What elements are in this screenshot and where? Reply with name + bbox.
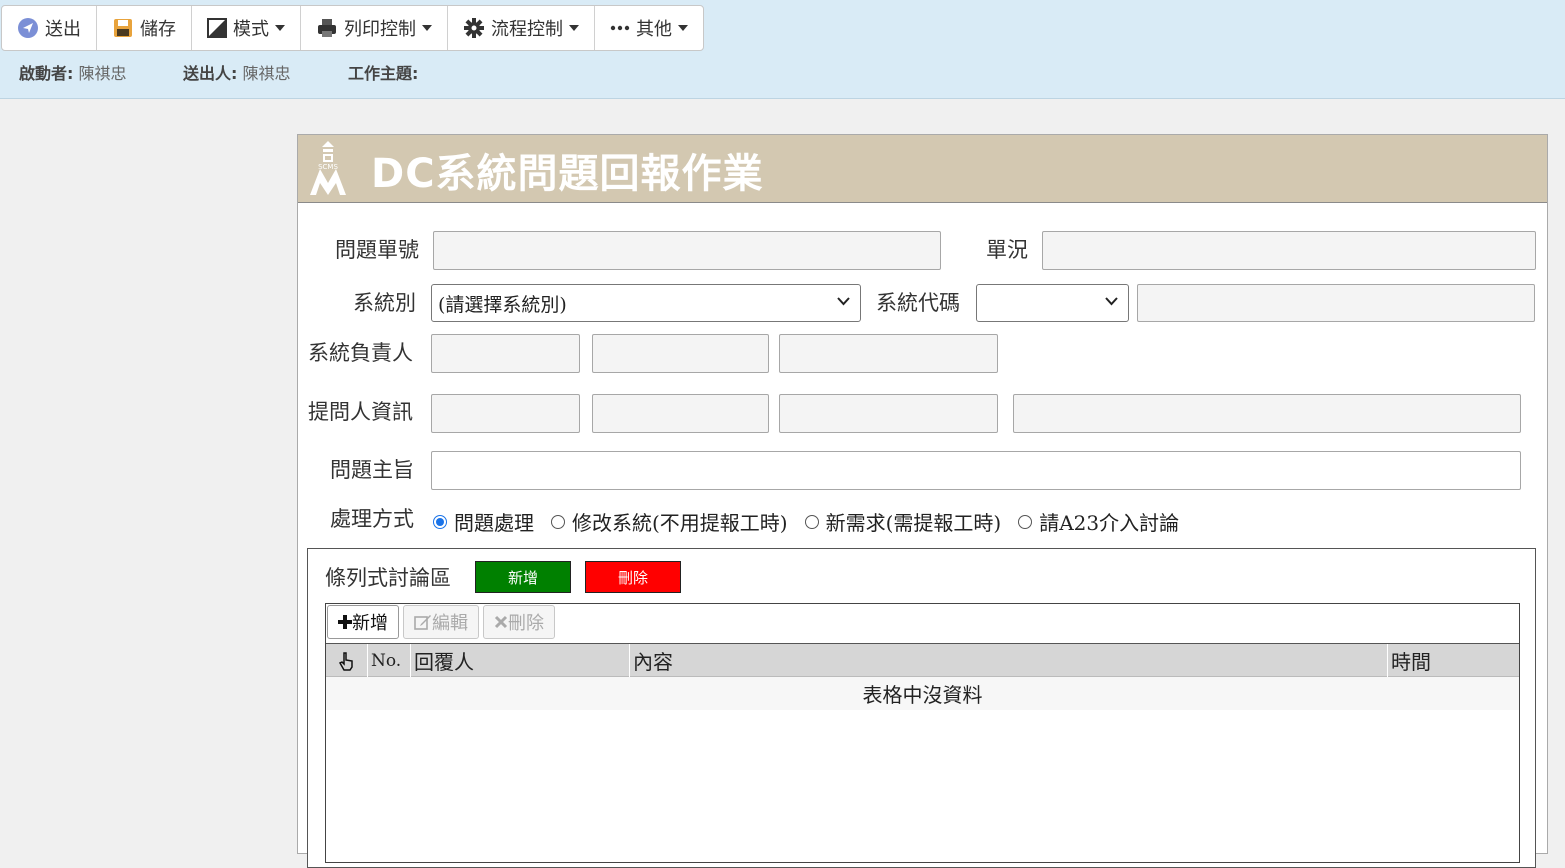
grid-edit-label: 編輯	[432, 613, 468, 634]
owner-label: 系統負責人	[308, 341, 413, 365]
column-replier[interactable]: 回覆人	[410, 644, 629, 677]
system-code-select[interactable]	[976, 284, 1129, 322]
more-icon	[610, 24, 630, 32]
chevron-down-icon	[569, 25, 579, 31]
chevron-down-icon	[275, 25, 285, 31]
top-toolbar: 送出 儲存 模式 列印控制 流程控制 其他 啟動者: 陳祺忠 送出人: 陳祺忠 …	[0, 0, 1565, 99]
column-content[interactable]: 內容	[629, 644, 1387, 677]
chevron-down-icon	[422, 25, 432, 31]
print-control-dropdown[interactable]: 列印控制	[301, 6, 448, 50]
grid-delete-button[interactable]: 刪除	[483, 605, 555, 639]
method-option-label: 請A23介入討論	[1039, 511, 1180, 535]
form-panel: SCMS DC系統問題回報作業 問題單號 單況 系統別 (請選擇系統別) 系統代…	[297, 134, 1548, 868]
initiator-label: 啟動者:	[19, 64, 74, 83]
ticket-no-field[interactable]	[433, 231, 941, 270]
radio-icon	[1018, 514, 1033, 529]
save-button[interactable]: 儲存	[97, 6, 192, 50]
subject-input[interactable]	[431, 451, 1521, 490]
print-control-label: 列印控制	[344, 19, 416, 40]
discussion-delete-button[interactable]: 刪除	[585, 561, 681, 593]
other-dropdown[interactable]: 其他	[595, 6, 703, 50]
chevron-down-icon	[837, 297, 850, 306]
initiator-value: 陳祺忠	[78, 64, 127, 83]
edit-icon	[414, 615, 431, 630]
logo-text: SCMS	[318, 163, 338, 171]
grid-delete-label: 刪除	[508, 613, 544, 634]
chevron-down-icon	[678, 25, 688, 31]
asker-field-4[interactable]	[1013, 394, 1521, 433]
gear-icon	[463, 17, 485, 39]
save-label: 儲存	[140, 19, 176, 40]
mode-label: 模式	[233, 19, 269, 40]
grid-add-button[interactable]: 新增	[327, 605, 399, 639]
other-label: 其他	[636, 19, 672, 40]
sender-value: 陳祺忠	[242, 64, 291, 83]
system-select[interactable]: (請選擇系統別)	[431, 284, 861, 322]
mode-icon	[207, 18, 227, 38]
chevron-down-icon	[1105, 297, 1118, 306]
grid-toolbar: 新增 編輯 刪除	[326, 604, 558, 642]
system-code-label: 系統代碼	[876, 291, 960, 315]
asker-field-3[interactable]	[779, 394, 998, 433]
send-label: 送出	[45, 19, 81, 40]
flow-control-label: 流程控制	[491, 19, 563, 40]
system-select-value: (請選擇系統別)	[438, 293, 567, 316]
work-subject-label: 工作主題:	[348, 64, 419, 83]
grid-header: No. 回覆人 內容 時間	[326, 643, 1519, 677]
mode-dropdown[interactable]: 模式	[192, 6, 301, 50]
method-option-new-request[interactable]: 新需求(需提報工時)	[804, 507, 1002, 536]
close-icon	[494, 615, 508, 629]
discussion-grid: 新增 編輯 刪除 No. 回覆人 內容 時間 表格中沒資料	[325, 603, 1520, 863]
asker-field-2[interactable]	[592, 394, 769, 433]
system-code-name-field[interactable]	[1137, 284, 1535, 322]
method-option-a23[interactable]: 請A23介入討論	[1018, 507, 1179, 536]
sender-label: 送出人:	[183, 64, 238, 83]
owner-field-1[interactable]	[431, 334, 580, 373]
column-time[interactable]: 時間	[1387, 644, 1519, 677]
discussion-area: 條列式討論區 新增 刪除 新增 編輯 刪除 No. 回覆人 內容 時間 表格中沒…	[307, 548, 1536, 868]
grid-add-label: 新增	[352, 613, 388, 634]
grid-empty-row: 表格中沒資料	[326, 677, 1519, 710]
save-icon	[112, 17, 134, 39]
form-title: DC系統問題回報作業	[371, 151, 764, 197]
status-field[interactable]	[1042, 231, 1536, 270]
scms-logo: SCMS	[310, 141, 346, 195]
ticket-no-label: 問題單號	[335, 238, 419, 262]
system-label: 系統別	[353, 291, 416, 315]
grid-edit-button[interactable]: 編輯	[403, 605, 479, 639]
flow-control-dropdown[interactable]: 流程控制	[448, 6, 595, 50]
discussion-title: 條列式討論區	[325, 566, 451, 590]
method-option-modify[interactable]: 修改系統(不用提報工時)	[551, 507, 788, 536]
owner-field-2[interactable]	[592, 334, 769, 373]
method-radio-group: 問題處理 修改系統(不用提報工時) 新需求(需提報工時) 請A23介入討論	[433, 507, 1196, 536]
asker-field-1[interactable]	[431, 394, 580, 433]
status-label: 單況	[986, 238, 1028, 262]
form-banner: SCMS DC系統問題回報作業	[298, 135, 1547, 203]
owner-field-3[interactable]	[779, 334, 998, 373]
pointer-icon	[326, 644, 367, 677]
print-icon	[316, 17, 338, 39]
method-label: 處理方式	[330, 507, 414, 531]
column-no[interactable]: No.	[367, 644, 410, 677]
sender-info: 送出人: 陳祺忠	[183, 60, 291, 84]
radio-icon	[804, 514, 819, 529]
method-option-label: 問題處理	[454, 511, 534, 535]
subject-label: 問題主旨	[330, 458, 414, 482]
plus-icon	[338, 615, 352, 629]
initiator-info: 啟動者: 陳祺忠	[19, 60, 127, 84]
subject-info: 工作主題:	[348, 60, 418, 84]
method-option-label: 修改系統(不用提報工時)	[572, 511, 788, 535]
method-option-label: 新需求(需提報工時)	[825, 511, 1002, 535]
toolbar-button-group: 送出 儲存 模式 列印控制 流程控制 其他	[1, 5, 704, 51]
radio-icon	[551, 514, 565, 529]
discussion-add-button[interactable]: 新增	[475, 561, 571, 593]
radio-checked-icon	[433, 514, 447, 529]
asker-label: 提問人資訊	[308, 400, 413, 424]
method-option-problem[interactable]: 問題處理	[433, 507, 534, 536]
send-icon	[17, 17, 39, 39]
send-button[interactable]: 送出	[2, 6, 97, 50]
